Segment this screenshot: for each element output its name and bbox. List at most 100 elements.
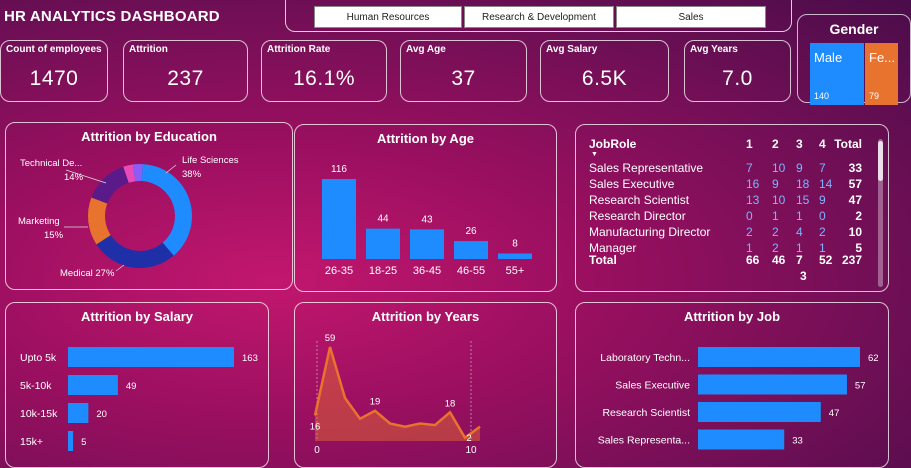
matrix-cell-value: 4 [796,225,803,239]
matrix-cell-value: 47 [848,193,862,207]
matrix-total-wrap: 3 [800,269,807,283]
scrollbar-thumb[interactable] [878,141,883,181]
matrix-cell-label: Total [589,253,617,267]
point-label: 18 [445,398,456,409]
matrix-cell-label: Sales Representative [589,161,704,175]
matrix-cell-label: Research Director [589,209,686,223]
matrix-cell-value: 10 [848,225,862,239]
slice-pct: 38% [182,169,202,180]
matrix-cell-value: 16 [746,177,760,191]
slice-pct: 14% [64,172,84,183]
matrix-row: Sales Executive 16 9 18 14 57 [586,177,870,193]
x-tick-label: 18-25 [369,265,397,277]
years-area-chart: 16 59 19 18 2 0 10 [310,333,481,456]
kpi-value: 16.1% [292,67,356,90]
gender-female-count: 79 [869,91,880,101]
h-bar[interactable] [698,429,785,450]
matrix-cell-value: 2 [772,137,779,151]
sort-arrow-icon[interactable]: ▼ [591,151,598,158]
age-chart-card: Attrition by Age 116 26-35 44 18-25 43 36-45 2… [294,124,557,292]
years-chart-card: Attrition by Years 16 59 19 18 2 0 10 [294,302,557,468]
age-bar[interactable] [366,228,400,259]
matrix-cell-value: 7 [746,161,753,175]
x-tick-label: 55+ [506,265,525,277]
bar-value-label: 8 [512,238,518,249]
kpi-label: Avg Years [690,44,738,55]
age-bar[interactable] [410,229,444,259]
kpi-value: 37 [451,67,476,90]
job-chart-card: Attrition by Job Laboratory Techn... 62 Sa… [575,302,889,468]
kpi-avg-age: Avg Age 37 [400,40,527,102]
matrix-cell-value: 13 [746,193,760,207]
y-tick-label: Research Scientist [602,407,690,419]
kpi-label: Attrition Rate [267,44,331,55]
point-label: 16 [310,422,321,433]
h-bar[interactable] [68,403,89,423]
point-label: 19 [370,397,381,408]
matrix-cell-label: Manufacturing Director [589,225,711,239]
age-bar[interactable] [498,253,532,259]
matrix-cell-value: 9 [796,161,803,175]
slicer-human-resources[interactable]: Human Resources [314,6,462,28]
matrix-cell-value: 52 [819,253,833,267]
matrix-row: Research Scientist 13 10 15 9 47 [586,193,870,209]
y-tick-label: Sales Executive [615,380,690,392]
matrix-scrollbar[interactable] [878,139,883,287]
matrix-cell-value: 46 [772,253,786,267]
kpi-attrition-rate: Attrition Rate 16.1% [261,40,387,102]
dashboard-title: HR ANALYTICS DASHBOARD [4,8,220,25]
salary-chart-card: Attrition by Salary Upto 5k 163 5k-10k 49 10… [5,302,269,468]
kpi-label: Count of employees [6,44,102,55]
slicer-research-development[interactable]: Research & Development [464,6,614,28]
gender-female-label: Fe... [869,50,896,65]
bar-value-label: 5 [81,437,86,448]
kpi-value: 237 [167,67,204,90]
h-bar[interactable] [68,431,74,451]
matrix-cell-value: 57 [848,177,862,191]
bar-value-label: 43 [421,214,433,225]
donut-slice[interactable] [96,235,174,268]
age-bar[interactable] [454,241,488,259]
donut-slice[interactable] [91,166,129,204]
point-label: 59 [325,333,336,344]
x-tick-label: 26-35 [325,265,353,277]
gender-female-tile[interactable]: Fe... 79 [865,43,898,105]
department-slicer: Human Resources Research & Development S… [285,0,792,32]
education-chart-card: Attrition by Education Technical De... 1… [5,122,293,290]
bar-value-label: 163 [242,353,258,364]
y-tick-label: 5k-10k [20,380,52,392]
matrix-cell-value: 33 [848,161,862,175]
h-bar[interactable] [68,347,234,367]
matrix-row: Manufacturing Director 2 2 4 2 10 [586,225,870,241]
leader-line [115,264,125,272]
matrix-cell-value: 4 [819,137,826,151]
kpi-avg-years: Avg Years 7.0 [684,40,791,102]
area-fill [315,347,480,441]
h-bar[interactable] [698,374,847,395]
matrix-cell-value: 2 [772,225,779,239]
h-bar[interactable] [68,375,118,395]
matrix-cell-label: JobRole [589,137,637,151]
matrix-cell-value: 14 [819,177,833,191]
gender-card: Gender Male 140 Fe... 79 [797,14,911,105]
y-tick-label: Laboratory Techn... [600,352,690,364]
matrix-cell-value: 2 [819,225,826,239]
h-bar[interactable] [698,402,821,422]
kpi-label: Attrition [129,44,168,55]
matrix-cell-value: 66 [746,253,760,267]
x-tick-label: 36-45 [413,265,441,277]
matrix-cell-value: 10 [772,193,786,207]
y-tick-label: 15k+ [20,436,43,448]
bar-value-label: 57 [855,381,866,392]
age-bar[interactable] [322,179,356,259]
x-tick-label: 0 [314,445,320,456]
gender-male-tile[interactable]: Male 140 [810,43,864,105]
bar-value-label: 116 [331,164,347,175]
h-bar[interactable] [698,347,860,367]
kpi-value: 1470 [29,67,79,90]
slice-label: Marketing [18,216,60,227]
jobrole-matrix-card: JobRole 1 2 3 4 Total ▼ Sales Representative 7 10… [575,124,889,292]
matrix-cell-value: 1 [746,137,753,151]
slice-label: Technical De... [20,158,83,169]
slicer-sales[interactable]: Sales [616,6,766,28]
